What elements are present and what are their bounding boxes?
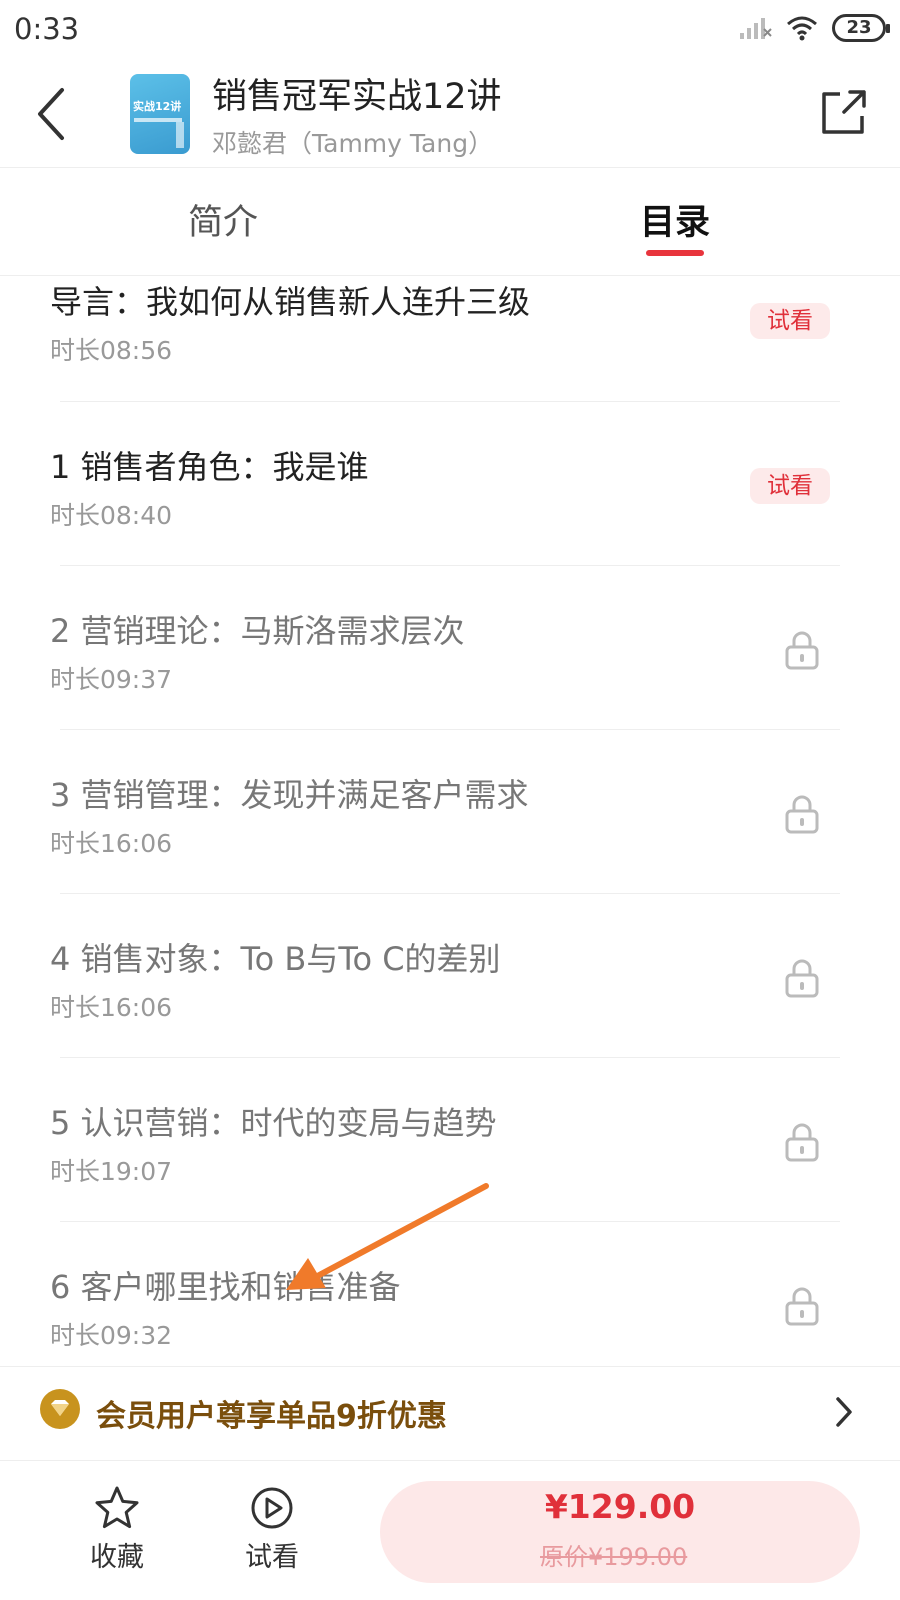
divider xyxy=(60,1057,840,1058)
lesson-title: 导言：我如何从销售新人连升三级 xyxy=(50,283,531,321)
divider xyxy=(60,401,840,402)
tab-intro[interactable]: 简介 xyxy=(188,194,258,245)
play-circle-icon xyxy=(251,1487,293,1529)
cover-subtitle-line xyxy=(134,118,182,122)
share-icon[interactable] xyxy=(818,86,870,138)
tab-bar: 简介 目录 xyxy=(0,168,900,276)
trial-button[interactable]: 试看 xyxy=(227,1485,317,1574)
battery-icon: 23 xyxy=(832,14,890,42)
lock-icon xyxy=(785,959,819,998)
member-discount-banner[interactable]: 会员用户尊享单品9折优惠 xyxy=(0,1366,900,1458)
lesson-title: 3 营销管理：发现并满足客户需求 xyxy=(50,776,529,814)
course-title: 销售冠军实战12讲 xyxy=(212,77,502,117)
lesson-title: 2 营销理论：马斯洛需求层次 xyxy=(50,612,465,650)
trial-badge[interactable]: 试看 xyxy=(750,303,830,339)
lesson-duration: 时长09:37 xyxy=(50,665,173,694)
favorite-label: 收藏 xyxy=(90,1542,144,1573)
star-icon xyxy=(95,1486,139,1529)
lesson-title: 5 认识营销：时代的变局与趋势 xyxy=(50,1104,497,1142)
course-header: 实战12讲 销售冠军实战12讲 邓懿君（Tammy Tang） xyxy=(0,60,900,168)
lesson-title: 1 销售者角色：我是谁 xyxy=(50,448,369,486)
status-bar: 0:33 23 xyxy=(0,0,900,60)
signal-icon xyxy=(740,18,772,39)
trial-label: 试看 xyxy=(245,1542,299,1573)
lesson-duration: 时长09:32 xyxy=(50,1321,173,1350)
original-price: 原价¥199.00 xyxy=(540,1543,688,1571)
status-icons: 23 xyxy=(738,14,890,42)
cover-book-spine xyxy=(176,122,184,148)
member-discount-text: 会员用户尊享单品9折优惠 xyxy=(96,1399,447,1434)
status-time: 0:33 xyxy=(14,12,80,46)
tab-catalog[interactable]: 目录 xyxy=(640,194,710,245)
bottom-action-bar: 收藏 试看 ¥129.00 原价¥199.00 xyxy=(0,1460,900,1600)
current-price: ¥129.00 xyxy=(544,1487,696,1526)
lesson-duration: 时长16:06 xyxy=(50,993,173,1022)
chevron-right-icon xyxy=(836,1397,852,1427)
lesson-duration: 时长08:40 xyxy=(50,501,173,530)
active-tab-indicator xyxy=(646,250,704,256)
course-cover: 实战12讲 xyxy=(130,74,190,154)
lesson-duration: 时长16:06 xyxy=(50,829,173,858)
buy-button[interactable]: ¥129.00 原价¥199.00 xyxy=(380,1481,860,1583)
divider xyxy=(60,565,840,566)
lock-icon xyxy=(785,795,819,834)
course-author: 邓懿君（Tammy Tang） xyxy=(212,129,494,158)
favorite-button[interactable]: 收藏 xyxy=(72,1485,162,1574)
annotation-arrow-icon xyxy=(286,1183,489,1290)
divider xyxy=(60,893,840,894)
lock-icon xyxy=(785,1123,819,1162)
lesson-duration: 时长19:07 xyxy=(50,1157,173,1186)
divider xyxy=(60,729,840,730)
cover-text: 实战12讲 xyxy=(133,100,182,113)
lesson-duration: 时长08:56 xyxy=(50,336,173,365)
lock-icon xyxy=(785,631,819,670)
trial-badge[interactable]: 试看 xyxy=(750,468,830,504)
back-icon[interactable] xyxy=(30,82,74,146)
wifi-icon xyxy=(787,16,817,41)
lesson-item[interactable]: 导言：我如何从销售新人连升三级 时长08:56 试看 xyxy=(0,277,900,444)
member-diamond-icon xyxy=(40,1389,80,1429)
lesson-title: 4 销售对象：To B与To C的差别 xyxy=(50,940,501,978)
lock-icon xyxy=(785,1287,819,1326)
